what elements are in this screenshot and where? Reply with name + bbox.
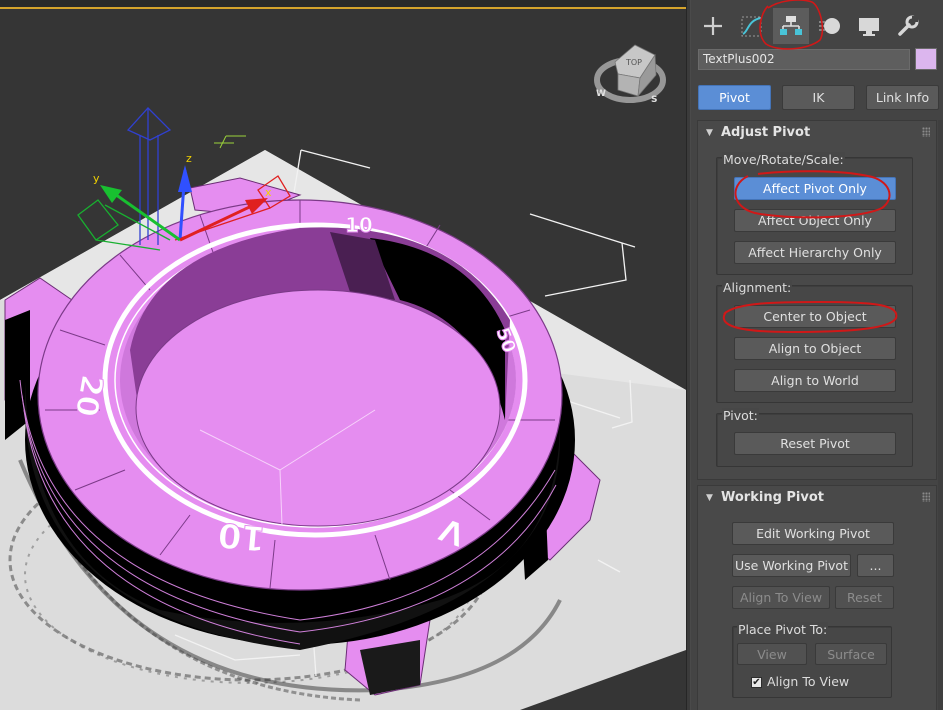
ik-button[interactable]: IK	[782, 85, 855, 110]
working-pivot-options-button[interactable]: ...	[857, 554, 894, 577]
display-monitor-icon	[859, 18, 879, 36]
adjust-pivot-header[interactable]: ▼ Adjust Pivot	[698, 121, 936, 145]
hierarchy-icon	[780, 16, 802, 35]
command-panel-tabs	[691, 8, 943, 46]
working-pivot-header[interactable]: ▼ Working Pivot	[698, 486, 936, 510]
align-to-world-button[interactable]: Align to World	[734, 369, 896, 392]
pivot-label: Pivot:	[722, 408, 759, 423]
svg-text:z: z	[186, 152, 192, 165]
pivot-group: Pivot: Reset Pivot	[716, 408, 913, 467]
drag-grip-icon[interactable]	[922, 127, 930, 137]
adjust-pivot-title: Adjust Pivot	[721, 125, 811, 140]
alignment-label: Alignment:	[722, 280, 793, 295]
place-pivot-to-group: Place Pivot To: View Surface ✔ Align To …	[732, 622, 892, 698]
numeral-20: 20	[68, 372, 110, 419]
align-to-view-check-label: Align To View	[767, 674, 850, 689]
affect-hierarchy-only-button[interactable]: Affect Hierarchy Only	[734, 241, 896, 264]
numeral-10-bottom: 10	[216, 514, 267, 558]
tab-modify[interactable]	[734, 8, 770, 44]
center-to-object-button[interactable]: Center to Object	[734, 305, 896, 328]
use-working-pivot-button[interactable]: Use Working Pivot	[732, 554, 851, 577]
svg-text:y: y	[93, 172, 100, 185]
move-rotate-scale-group: Move/Rotate/Scale: Affect Pivot Only Aff…	[716, 152, 913, 275]
place-pivot-view-button[interactable]: View	[737, 643, 807, 665]
object-color-swatch[interactable]	[915, 48, 937, 70]
watch-case	[19, 199, 575, 650]
modify-curve-icon	[741, 16, 762, 37]
tab-motion[interactable]	[812, 8, 848, 44]
perspective-viewport[interactable]: 20 10 V 10 50 z y x TOP W S	[0, 0, 686, 710]
collapse-triangle-icon: ▼	[706, 128, 713, 138]
scene-render: 20 10 V 10 50 z y x TOP W S	[0, 44, 686, 710]
svg-text:TOP: TOP	[625, 58, 642, 67]
tab-display[interactable]	[851, 8, 887, 44]
tab-hierarchy[interactable]	[773, 8, 809, 44]
drag-grip-icon[interactable]	[922, 492, 930, 502]
svg-text:x: x	[265, 186, 272, 199]
alignment-group: Alignment: Center to Object Align to Obj…	[716, 280, 913, 403]
align-to-object-button[interactable]: Align to Object	[734, 337, 896, 360]
reset-working-pivot-button[interactable]: Reset	[835, 586, 894, 609]
move-rotate-scale-label: Move/Rotate/Scale:	[722, 152, 845, 167]
motion-icon	[819, 18, 840, 34]
wrench-icon	[898, 15, 919, 36]
adjust-pivot-rollout: ▼ Adjust Pivot Move/Rotate/Scale: Affect…	[697, 120, 937, 480]
reset-pivot-button[interactable]: Reset Pivot	[734, 432, 896, 455]
tab-create[interactable]	[695, 8, 731, 44]
collapse-triangle-icon: ▼	[706, 493, 713, 503]
working-pivot-title: Working Pivot	[721, 490, 825, 505]
command-panel: TextPlus002 Pivot IK Link Info ▼ Adjust …	[691, 0, 943, 710]
working-pivot-rollout: ▼ Working Pivot Edit Working Pivot Use W…	[697, 485, 937, 710]
plus-icon	[704, 17, 722, 35]
svg-text:S: S	[651, 95, 657, 105]
numeral-10-top: 10	[345, 213, 373, 237]
align-to-view-button[interactable]: Align To View	[732, 586, 830, 609]
tab-utilities[interactable]	[890, 8, 926, 44]
affect-pivot-only-button[interactable]: Affect Pivot Only	[734, 177, 896, 200]
affect-object-only-button[interactable]: Affect Object Only	[734, 209, 896, 232]
place-pivot-surface-button[interactable]: Surface	[815, 643, 887, 665]
svg-text:W: W	[596, 89, 606, 99]
align-to-view-checkbox[interactable]: ✔	[751, 677, 762, 688]
view-cube[interactable]: TOP W S	[594, 44, 666, 105]
panel-scrollbar[interactable]	[938, 120, 943, 710]
place-pivot-to-label: Place Pivot To:	[737, 622, 829, 637]
pivot-button[interactable]: Pivot	[698, 85, 771, 110]
link-info-button[interactable]: Link Info	[866, 85, 939, 110]
edit-working-pivot-button[interactable]: Edit Working Pivot	[732, 522, 894, 545]
object-name-field[interactable]: TextPlus002	[698, 49, 910, 70]
